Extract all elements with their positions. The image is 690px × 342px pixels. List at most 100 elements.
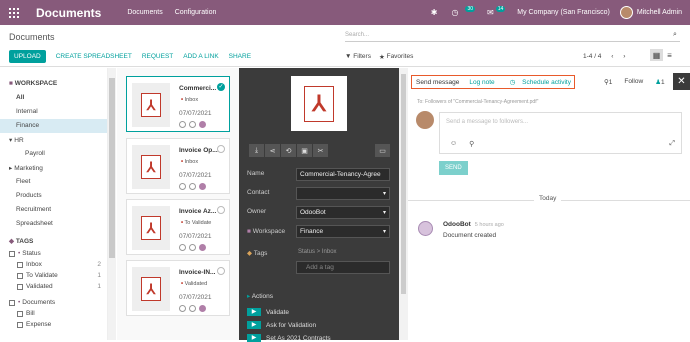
inspector-scrollbar[interactable] [399,68,408,340]
pager-next-icon[interactable]: › [623,53,625,60]
followers-button[interactable]: ♟1 [655,78,664,86]
card-title[interactable]: Commerci... [179,85,216,92]
sidebar-item-finance[interactable]: Finance [0,119,107,133]
sidebar-item-recruitment[interactable]: Recruitment [0,203,107,217]
tag-item-to-validate[interactable]: To Validate 1 [0,270,107,281]
select-circle-icon[interactable] [217,267,225,275]
user-avatar[interactable] [619,6,633,19]
action-set-2021-contracts[interactable]: ▶ Set As 2021 Contracts [247,334,331,342]
sidebar-item-internal[interactable]: Internal [0,105,107,119]
caret-right-icon[interactable]: ▸ [9,165,12,172]
company-switcher[interactable]: My Company (San Francisco) [517,9,610,16]
checkbox[interactable] [17,321,23,328]
kanban-view-icon[interactable]: ▦ [650,49,663,61]
document-card[interactable]: ⅄ Invoice-IN... • Validated 07/07/2021 [126,260,230,316]
pager-prev-icon[interactable]: ‹ [611,53,613,60]
follow-button[interactable]: Follow [624,78,643,86]
user-menu[interactable]: Mitchell Admin [637,9,682,16]
tag-chip[interactable]: Status > Inbox [298,249,337,255]
share-icon[interactable]: ⋖ [265,144,280,157]
inspector-preview[interactable]: ⅄ [291,76,347,131]
select-circle-icon[interactable] [217,145,225,153]
upload-button[interactable]: UPLOAD [9,50,46,63]
activity-clock-icon[interactable] [179,183,186,190]
document-card[interactable]: ⅄ Commerci... ✓ • Inbox 07/07/2021 [126,76,230,132]
split-icon[interactable]: ✂ [313,144,328,157]
request-button[interactable]: REQUEST [142,53,173,60]
send-message-tab[interactable]: Send message [416,79,459,86]
favorites-button[interactable]: Favorites [387,53,414,61]
chat-icon[interactable]: ◷ [451,8,458,17]
create-spreadsheet-button[interactable]: CREATE SPREADSHEET [56,53,132,60]
expand-icon[interactable]: ⤢ [669,140,675,148]
name-input[interactable]: Commercial-Tenancy-Agree [296,168,390,181]
sidebar-item-spreadsheet[interactable]: Spreadsheet [0,217,107,231]
sidebar-item-fleet[interactable]: Fleet [0,175,107,189]
checkbox[interactable] [17,283,23,290]
attach-icon[interactable]: ⚲ [469,140,474,148]
pdf-thumbnail[interactable]: ⅄ [132,145,170,189]
workspace-select[interactable]: Finance ▾ [296,225,390,238]
sidebar-item-all[interactable]: All [0,91,107,105]
activity-clock-icon[interactable] [179,305,186,312]
attachments-button[interactable]: ⚲1 [604,78,612,86]
search-input[interactable]: Search... [345,30,680,42]
sidebar-item-payroll[interactable]: Payroll [0,147,107,161]
log-note-tab[interactable]: Log note [469,79,494,86]
activity-clock-icon[interactable] [179,244,186,251]
download-icon[interactable]: ⤓ [249,144,264,157]
selected-check-icon[interactable]: ✓ [217,83,225,91]
lock-icon[interactable] [189,305,196,312]
search-icon[interactable]: ⌕ [673,31,677,39]
checkbox[interactable] [9,250,15,257]
sidebar-item-hr[interactable]: ▾ HR [0,133,107,147]
actions-heading[interactable]: ▸ Actions [247,292,273,300]
emoji-icon[interactable]: ☺ [450,140,457,148]
pdf-thumbnail[interactable]: ⅄ [132,267,170,311]
contact-select[interactable]: ▾ [296,187,390,200]
card-title[interactable]: Invoice-IN... [179,269,215,276]
close-icon[interactable]: ✕ [673,73,690,90]
send-button[interactable]: SEND [439,161,468,175]
pager-value[interactable]: 1-4 / 4 [583,53,601,60]
card-title[interactable]: Invoice Op... [179,147,218,154]
bug-icon[interactable]: ✱ [431,8,438,17]
schedule-activity-tab[interactable]: ◷ Schedule activity [505,78,571,86]
select-circle-icon[interactable] [217,206,225,214]
lock-icon[interactable]: ▣ [297,144,312,157]
apps-menu-icon[interactable] [9,7,19,18]
owner-select[interactable]: OdooBot ▾ [296,206,390,219]
card-title[interactable]: Invoice Az... [179,208,216,215]
pdf-thumbnail[interactable]: ⅄ [132,206,170,250]
action-validate[interactable]: ▶ Validate [247,308,289,316]
activity-icon[interactable]: ✉ [487,8,494,17]
checkbox[interactable] [17,261,23,268]
pdf-thumbnail[interactable]: ⅄ [132,83,170,127]
activity-clock-icon[interactable] [179,121,186,128]
replace-icon[interactable]: ⟲ [281,144,296,157]
lock-icon[interactable] [189,244,196,251]
add-tag-input[interactable]: Add a tag [296,261,390,274]
document-card[interactable]: ⅄ Invoice Az... • To Validate 07/07/2021 [126,199,230,255]
checkbox[interactable] [17,272,23,279]
list-view-icon[interactable]: ≡ [663,49,676,61]
menu-documents[interactable]: Documents [127,9,162,16]
checkbox[interactable] [17,310,23,317]
message-composer[interactable]: Send a message to followers... ☺ ⚲ ⤢ [439,112,682,154]
tag-item-bill[interactable]: Bill [0,308,107,319]
add-link-button[interactable]: ADD A LINK [183,53,218,60]
tag-item-inbox[interactable]: Inbox 2 [0,259,107,270]
lock-icon[interactable] [189,121,196,128]
document-card[interactable]: ⅄ Invoice Op... • Inbox 07/07/2021 [126,138,230,194]
tag-item-validated[interactable]: Validated 1 [0,281,107,292]
action-ask-validation[interactable]: ▶ Ask for Validation [247,321,316,329]
sidebar-item-products[interactable]: Products [0,189,107,203]
tag-group-status[interactable]: • Status [0,248,107,259]
share-button[interactable]: SHARE [229,53,251,60]
tag-item-expense[interactable]: Expense [0,319,107,330]
archive-icon[interactable]: ▭ [375,144,390,157]
tag-group-documents[interactable]: • Documents [0,297,107,308]
sidebar-scrollbar[interactable] [108,68,116,340]
lock-icon[interactable] [189,183,196,190]
caret-down-icon[interactable]: ▾ [9,137,12,144]
